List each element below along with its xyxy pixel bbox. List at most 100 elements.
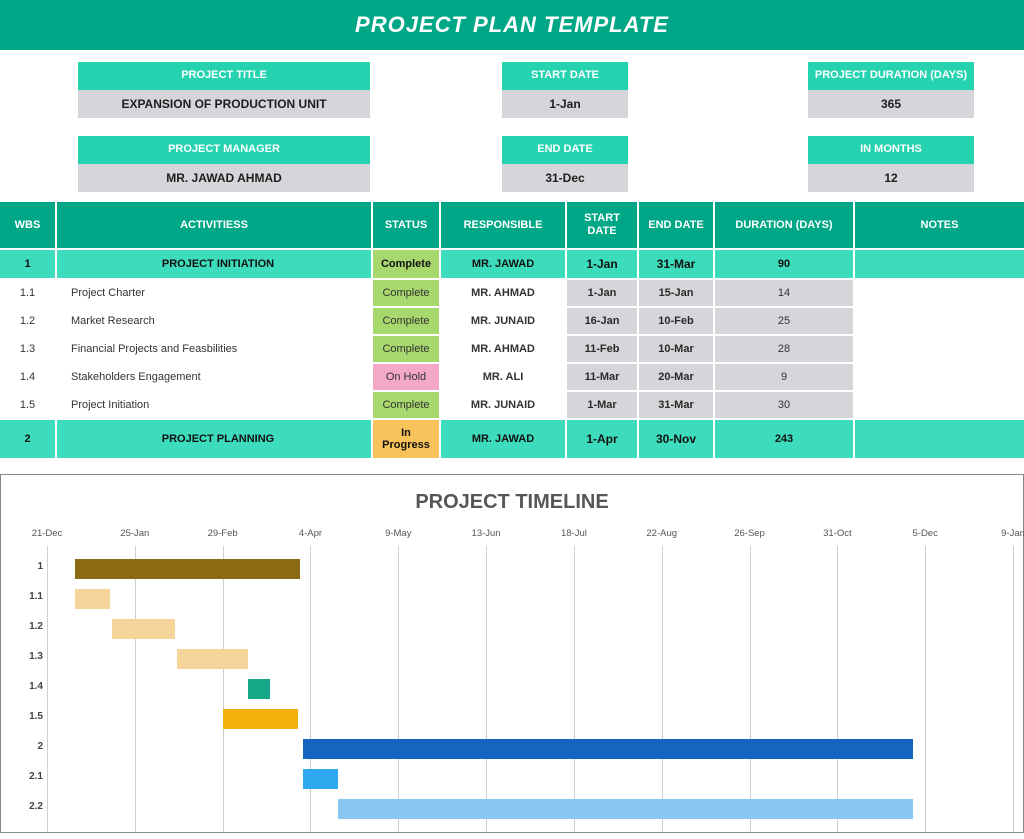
col-duration: DURATION (DAYS) — [714, 202, 854, 249]
cell-status: Complete — [372, 391, 440, 419]
gantt-bar — [177, 649, 247, 669]
gantt-row-label: 1.4 — [15, 681, 43, 692]
gantt-bar — [338, 799, 913, 819]
x-tick: 31-Oct — [823, 528, 852, 539]
label-project-title: PROJECT TITLE — [78, 62, 370, 90]
gantt-row-label: 1 — [15, 561, 43, 572]
table-row: 1PROJECT INITIATIONCompleteMR. JAWAD1-Ja… — [0, 249, 1024, 279]
cell-notes — [854, 307, 1024, 335]
gantt-row: 1.3 — [47, 644, 1013, 674]
x-tick: 5-Dec — [913, 528, 938, 539]
cell-duration: 30 — [714, 391, 854, 419]
x-tick: 26-Sep — [734, 528, 765, 539]
col-notes: NOTES — [854, 202, 1024, 249]
x-tick: 18-Jul — [561, 528, 587, 539]
label-end-date: END DATE — [502, 136, 628, 164]
table-header-row: WBS ACTIVITIESS STATUS RESPONSIBLE START… — [0, 202, 1024, 249]
cell-wbs: 1.1 — [0, 279, 56, 307]
x-tick: 9-Jan — [1001, 528, 1024, 539]
cell-status: Complete — [372, 307, 440, 335]
cell-start: 1-Mar — [566, 391, 638, 419]
timeline-chart: 21-Dec25-Jan29-Feb4-Apr9-May13-Jun18-Jul… — [47, 528, 1013, 832]
value-end-date: 31-Dec — [502, 164, 628, 192]
col-responsible: RESPONSIBLE — [440, 202, 566, 249]
cell-activity: Stakeholders Engagement — [56, 363, 372, 391]
cell-activity: PROJECT PLANNING — [56, 419, 372, 459]
cell-duration: 90 — [714, 249, 854, 279]
x-tick: 21-Dec — [32, 528, 63, 539]
gantt-row: 1.4 — [47, 674, 1013, 704]
cell-notes — [854, 391, 1024, 419]
x-tick: 29-Feb — [208, 528, 238, 539]
plan-table: WBS ACTIVITIESS STATUS RESPONSIBLE START… — [0, 202, 1024, 460]
value-start-date: 1-Jan — [502, 90, 628, 118]
cell-end: 30-Nov — [638, 419, 714, 459]
value-project-title: EXPANSION OF PRODUCTION UNIT — [78, 90, 370, 118]
table-row: 1.4Stakeholders EngagementOn HoldMR. ALI… — [0, 363, 1024, 391]
cell-start: 16-Jan — [566, 307, 638, 335]
gantt-bar — [223, 709, 298, 729]
cell-duration: 9 — [714, 363, 854, 391]
cell-start: 1-Apr — [566, 419, 638, 459]
cell-start: 1-Jan — [566, 249, 638, 279]
x-tick: 9-May — [385, 528, 411, 539]
cell-notes — [854, 363, 1024, 391]
cell-wbs: 1.3 — [0, 335, 56, 363]
cell-start: 11-Mar — [566, 363, 638, 391]
timeline-title: PROJECT TIMELINE — [11, 485, 1013, 528]
gantt-bar — [75, 559, 301, 579]
cell-responsible: MR. JUNAID — [440, 307, 566, 335]
x-tick: 13-Jun — [472, 528, 501, 539]
gantt-row-label: 1.2 — [15, 621, 43, 632]
cell-responsible: MR. AHMAD — [440, 279, 566, 307]
table-row: 1.2Market ResearchCompleteMR. JUNAID16-J… — [0, 307, 1024, 335]
col-status: STATUS — [372, 202, 440, 249]
cell-responsible: MR. AHMAD — [440, 335, 566, 363]
gantt-row: 1.5 — [47, 704, 1013, 734]
cell-notes — [854, 335, 1024, 363]
cell-status: Complete — [372, 279, 440, 307]
cell-notes — [854, 279, 1024, 307]
table-row: 1.5Project InitiationCompleteMR. JUNAID1… — [0, 391, 1024, 419]
gantt-bar — [248, 679, 271, 699]
cell-notes — [854, 249, 1024, 279]
cell-end: 20-Mar — [638, 363, 714, 391]
cell-wbs: 1.2 — [0, 307, 56, 335]
cell-end: 10-Mar — [638, 335, 714, 363]
cell-end: 15-Jan — [638, 279, 714, 307]
gantt-row: 2 — [47, 734, 1013, 764]
label-project-manager: PROJECT MANAGER — [78, 136, 370, 164]
x-tick: 22-Aug — [646, 528, 677, 539]
x-tick: 4-Apr — [299, 528, 322, 539]
page-title: PROJECT PLAN TEMPLATE — [0, 0, 1024, 50]
col-activities: ACTIVITIESS — [56, 202, 372, 249]
gantt-bar — [112, 619, 175, 639]
cell-duration: 14 — [714, 279, 854, 307]
gantt-row-label: 1.5 — [15, 711, 43, 722]
gantt-row: 1.1 — [47, 584, 1013, 614]
cell-end: 31-Mar — [638, 391, 714, 419]
cell-duration: 25 — [714, 307, 854, 335]
cell-status: On Hold — [372, 363, 440, 391]
label-duration: PROJECT DURATION (DAYS) — [808, 62, 974, 90]
cell-end: 31-Mar — [638, 249, 714, 279]
x-tick: 25-Jan — [120, 528, 149, 539]
cell-responsible: MR. JAWAD — [440, 419, 566, 459]
cell-responsible: MR. JUNAID — [440, 391, 566, 419]
meta-row-2: PROJECT MANAGER MR. JAWAD AHMAD END DATE… — [0, 118, 1024, 202]
gantt-row-label: 2.2 — [15, 801, 43, 812]
cell-responsible: MR. ALI — [440, 363, 566, 391]
cell-end: 10-Feb — [638, 307, 714, 335]
cell-notes — [854, 419, 1024, 459]
cell-activity: Project Charter — [56, 279, 372, 307]
cell-activity: PROJECT INITIATION — [56, 249, 372, 279]
cell-status: In Progress — [372, 419, 440, 459]
table-row: 1.3Financial Projects and FeasbilitiesCo… — [0, 335, 1024, 363]
value-duration: 365 — [808, 90, 974, 118]
cell-status: Complete — [372, 335, 440, 363]
gantt-row: 2.2 — [47, 794, 1013, 824]
cell-activity: Project Initiation — [56, 391, 372, 419]
cell-wbs: 1.5 — [0, 391, 56, 419]
cell-wbs: 1 — [0, 249, 56, 279]
gantt-row: 2.1 — [47, 764, 1013, 794]
